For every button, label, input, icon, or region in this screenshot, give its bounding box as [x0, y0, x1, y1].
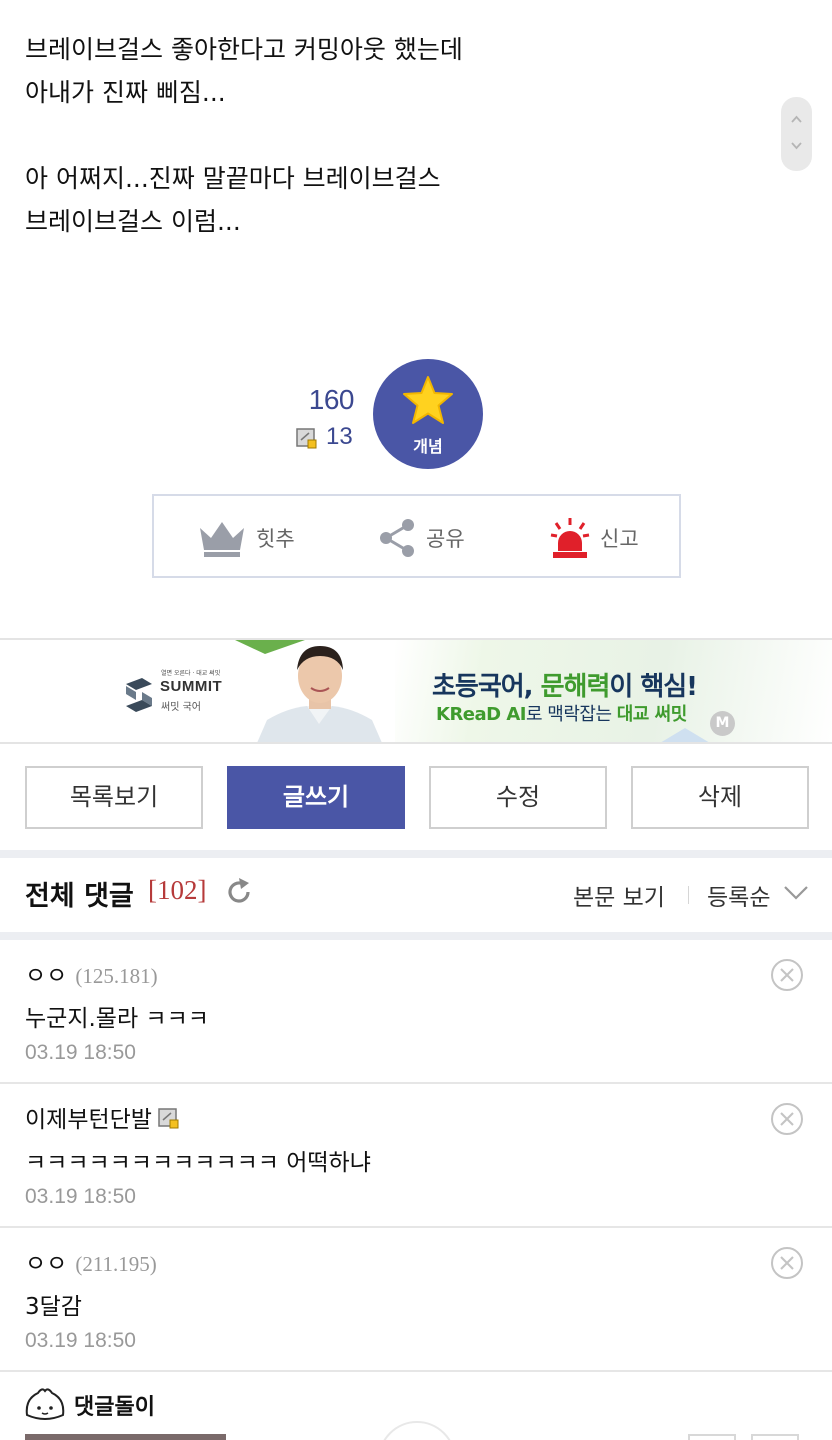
comment-author[interactable]: 이제부턴단발: [25, 1100, 180, 1134]
comment-nick: ㅇㅇ: [25, 963, 68, 989]
dumpling-mascot-icon: [25, 1388, 65, 1420]
delete-comment-icon[interactable]: [770, 1246, 804, 1280]
comments-header: 전체 댓글 [102] 본문 보기 등록순: [0, 858, 832, 932]
siren-icon: [550, 518, 590, 558]
ad-shape: [660, 728, 710, 743]
ad-model-image: [257, 646, 382, 743]
ad-headline-b: 문해력: [540, 672, 611, 702]
post-line: [25, 114, 725, 157]
comment-time: 03.19 18:50: [25, 1041, 136, 1064]
chevron-down-icon[interactable]: [783, 883, 809, 903]
comment-nick: 이제부턴단발: [25, 1107, 152, 1133]
report-label: 신고: [600, 527, 639, 551]
hit-label: 힛추: [256, 527, 295, 551]
ad-headline: 초등국어, 문해력이 핵심!: [432, 666, 698, 703]
comment-nick: ㅇㅇ: [25, 1251, 68, 1277]
list-button[interactable]: 목록보기: [25, 766, 203, 829]
divider: [688, 886, 689, 904]
recommend-label: 개념: [413, 437, 443, 456]
delete-button[interactable]: 삭제: [631, 766, 809, 829]
recommend-widget: 160 13 개념: [290, 358, 490, 470]
delete-comment-icon[interactable]: [770, 1102, 804, 1136]
share-button[interactable]: 공유: [378, 516, 465, 560]
ad-headline-a: 초등국어,: [432, 672, 541, 702]
ad-badge[interactable]: M: [710, 711, 735, 736]
post-line: 아 어쩌지...진짜 말끝마다 브레이브걸스: [25, 164, 441, 193]
ad-sub-c: 대교 써밋: [616, 704, 688, 725]
comment-text: 3달감: [25, 1294, 82, 1320]
report-button[interactable]: 신고: [550, 516, 639, 560]
divider: [0, 1370, 832, 1372]
ad-brand: SUMMIT: [160, 678, 223, 695]
comment-bot-circle-button[interactable]: [378, 1421, 456, 1440]
share-label: 공유: [426, 527, 465, 551]
comment-item: 이제부턴단발 ㅋㅋㅋㅋㅋㅋㅋㅋㅋㅋㅋㅋ 어떡하냐 03.19 18:50: [0, 1084, 832, 1226]
recommend-count: 160: [308, 384, 355, 415]
ad-banner[interactable]: 열면 오른다 · 대교 써밋 SUMMIT 써밋 국어 초등국어, 문해력이 핵…: [0, 640, 832, 743]
ad-headline-c: 이 핵심!: [609, 672, 698, 702]
comment-item: ㅇㅇ (211.195) 3달감 03.19 18:50: [0, 1228, 832, 1370]
post-body: 브레이브걸스 좋아한다고 커밍아웃 했는데 아내가 진짜 삐짐... 아 어쩌지…: [25, 28, 725, 243]
chevron-up-icon[interactable]: [789, 112, 804, 127]
fixed-recommend-count: 13: [326, 423, 353, 450]
ad-sub-a: KReaD AI: [436, 704, 527, 725]
section-band: [0, 932, 832, 940]
delete-comment-icon[interactable]: [770, 958, 804, 992]
post-line: 아내가 진짜 삐짐...: [25, 78, 226, 107]
ad-subline: KReaD AI로 맥락잡는 대교 써밋: [436, 700, 687, 726]
post-action-bar: 힛추 공유 신고: [152, 494, 681, 578]
post-line: 브레이브걸스 좋아한다고 커밍아웃 했는데: [25, 35, 463, 64]
summit-logo-icon: [126, 678, 152, 712]
section-band: [0, 850, 832, 858]
scroll-control[interactable]: [781, 97, 812, 171]
comment-item: ㅇㅇ (125.181) 누군지.몰라 ㅋㅋㅋ 03.19 18:50: [0, 940, 832, 1082]
comments-title: 전체 댓글: [25, 881, 134, 912]
write-button[interactable]: 글쓰기: [227, 766, 405, 829]
hit-button[interactable]: 힛추: [198, 516, 295, 560]
view-body-button[interactable]: 본문 보기: [573, 878, 665, 912]
comment-text: ㅋㅋㅋㅋㅋㅋㅋㅋㅋㅋㅋㅋ 어떡하냐: [25, 1150, 371, 1176]
share-icon: [380, 519, 414, 557]
comment-author[interactable]: ㅇㅇ (125.181): [25, 956, 158, 990]
divider: [0, 742, 832, 744]
comment-bot-section: 댓글돌이: [0, 1373, 832, 1440]
comment-ip: (125.181): [75, 964, 158, 988]
comment-bot-label: 댓글돌이: [74, 1395, 155, 1420]
comment-text: 누군지.몰라 ㅋㅋㅋ: [25, 1006, 209, 1032]
fixed-nick-icon: [296, 428, 317, 449]
fixed-nick-icon: [158, 1108, 179, 1129]
comment-ip: (211.195): [75, 1252, 157, 1276]
edit-button[interactable]: 수정: [429, 766, 607, 829]
refresh-icon[interactable]: [224, 877, 254, 907]
ad-brand-sub: 써밋 국어: [161, 702, 201, 713]
sort-select[interactable]: 등록순: [707, 878, 770, 912]
comment-time: 03.19 18:50: [25, 1329, 136, 1352]
comments-count: [102]: [148, 875, 207, 905]
comment-bot-option[interactable]: [688, 1434, 736, 1440]
star-icon: [403, 376, 453, 424]
chevron-down-icon[interactable]: [789, 138, 804, 153]
recommend-button[interactable]: 개념: [373, 359, 483, 469]
post-button-row: 목록보기 글쓰기 수정 삭제: [0, 766, 832, 829]
comment-bot-option[interactable]: [751, 1434, 799, 1440]
comment-time: 03.19 18:50: [25, 1185, 136, 1208]
comment-bot-image[interactable]: [25, 1434, 226, 1440]
comment-author[interactable]: ㅇㅇ (211.195): [25, 1244, 157, 1278]
post-line: 브레이브걸스 이럼...: [25, 207, 241, 236]
ad-tagline: 열면 오른다 · 대교 써밋: [161, 670, 221, 677]
crown-icon: [200, 522, 244, 557]
ad-sub-b: 로 맥락잡는: [526, 704, 617, 725]
